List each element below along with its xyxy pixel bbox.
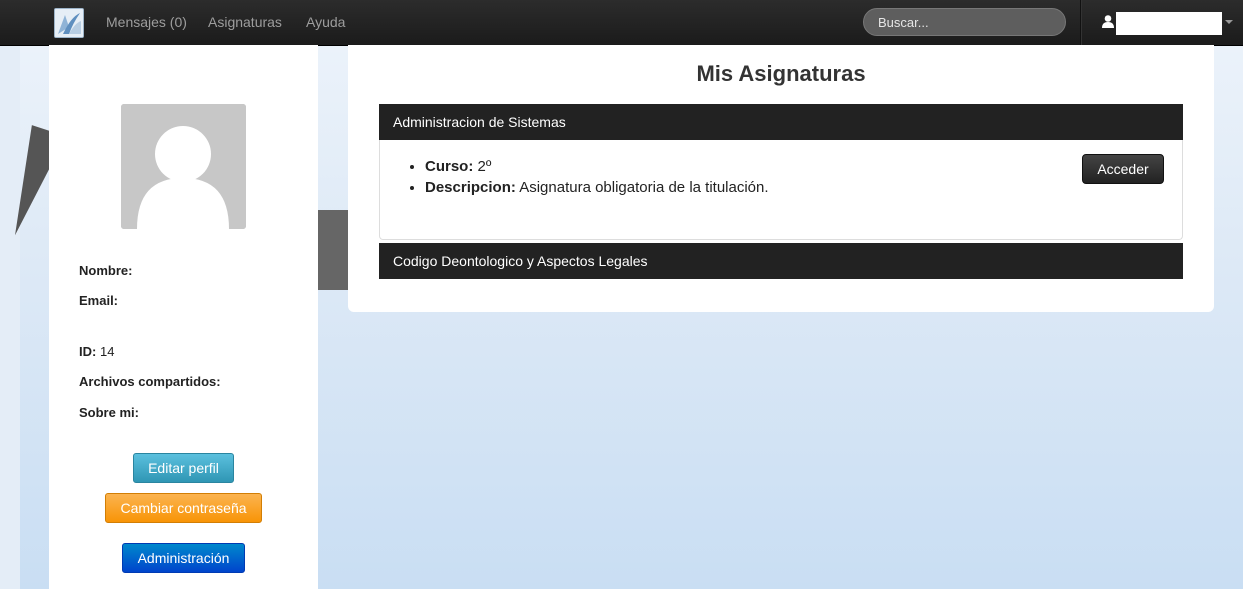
subject-details-list: Curso: 2º Descripcion: Asignatura obliga…: [380, 156, 769, 198]
email-label: Email:: [79, 293, 119, 308]
nav-asignaturas[interactable]: Asignaturas: [208, 0, 282, 45]
page-title: Mis Asignaturas: [696, 61, 866, 86]
subject-header-codigo-deontologico[interactable]: Codigo Deontologico y Aspectos Legales: [379, 243, 1183, 279]
subject-body-administracion: Curso: 2º Descripcion: Asignatura obliga…: [379, 140, 1183, 240]
user-icon: [1102, 15, 1114, 28]
background-block: [318, 210, 348, 290]
caret-down-icon[interactable]: [1225, 20, 1233, 24]
top-navbar: Mensajes (0) Asignaturas Ayuda: [0, 0, 1243, 46]
profile-id: ID: 14: [79, 344, 114, 359]
acceder-button[interactable]: Acceder: [1082, 154, 1164, 184]
archivos-label: Archivos compartidos:: [79, 374, 221, 389]
nav-ayuda[interactable]: Ayuda: [306, 0, 345, 45]
list-item: Descripcion: Asignatura obligatoria de l…: [425, 177, 769, 198]
profile-panel: Nombre: Email: ID: 14 Archivos compartid…: [49, 45, 318, 589]
navbar-divider: [1080, 0, 1081, 45]
id-value: 14: [99, 344, 115, 359]
subject-header-administracion[interactable]: Administracion de Sistemas: [379, 104, 1183, 140]
user-menu-name[interactable]: [1116, 12, 1222, 35]
curso-label: Curso:: [425, 158, 474, 175]
profile-nombre: Nombre:: [79, 263, 132, 278]
nav-mensajes[interactable]: Mensajes (0): [106, 0, 187, 45]
change-password-button[interactable]: Cambiar contraseña: [105, 493, 262, 523]
profile-email: Email:: [79, 293, 118, 308]
administration-button[interactable]: Administración: [122, 543, 245, 573]
subjects-card: Mis Asignaturas Administracion de Sistem…: [348, 45, 1214, 312]
search-input[interactable]: [863, 8, 1066, 36]
descripcion-label: Descripcion:: [425, 179, 516, 196]
profile-sobre-mi: Sobre mi:: [79, 405, 139, 420]
profile-archivos: Archivos compartidos:: [79, 374, 221, 389]
nombre-label: Nombre:: [79, 263, 133, 278]
id-label: ID:: [79, 344, 97, 359]
brand-logo[interactable]: [54, 8, 84, 38]
sobre-mi-label: Sobre mi:: [79, 405, 139, 420]
edit-profile-button[interactable]: Editar perfil: [133, 453, 234, 483]
curso-value: 2º: [477, 158, 492, 175]
avatar: [121, 104, 246, 229]
list-item: Curso: 2º: [425, 156, 769, 177]
descripcion-value: Asignatura obligatoria de la titulación.: [519, 179, 769, 196]
background-strip: [0, 45, 20, 589]
